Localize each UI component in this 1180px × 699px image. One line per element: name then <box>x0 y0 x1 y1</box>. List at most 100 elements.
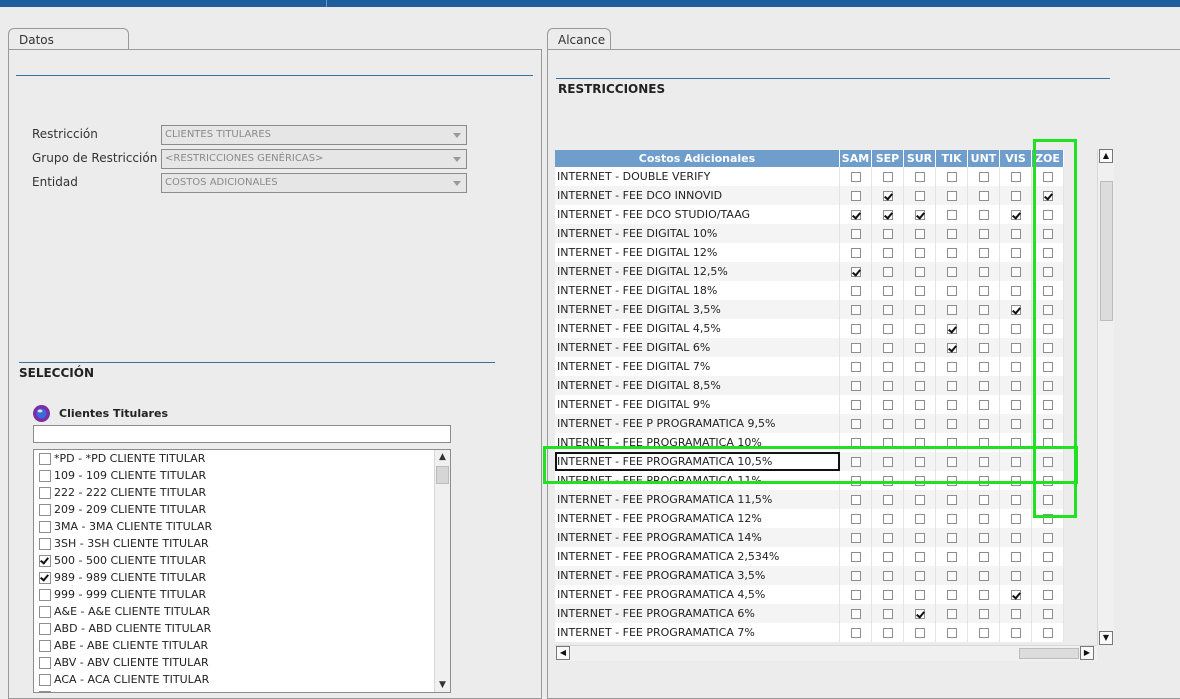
restriction-checkbox[interactable] <box>1042 267 1053 277</box>
restriction-checkbox[interactable] <box>1042 381 1053 391</box>
column-header-costos[interactable]: Costos Adicionales <box>555 150 840 167</box>
restriction-checkbox[interactable] <box>850 286 861 296</box>
scroll-right-icon[interactable]: ▶ <box>1080 646 1094 660</box>
restriction-checkbox[interactable] <box>850 495 861 505</box>
restriction-checkbox[interactable] <box>1042 476 1053 486</box>
restriction-checkbox[interactable] <box>946 476 957 486</box>
restriction-checkbox[interactable] <box>1042 324 1053 334</box>
list-item[interactable]: 3SH - 3SH CLIENTE TITULAR <box>34 535 450 552</box>
column-header-sam[interactable]: SAM <box>839 150 872 167</box>
client-checkbox[interactable] <box>39 538 51 550</box>
list-item[interactable]: ACA - ACA CLIENTE TITULAR <box>34 671 450 688</box>
scroll-down-icon[interactable]: ▼ <box>435 678 450 692</box>
restriction-checkbox[interactable] <box>1010 248 1021 258</box>
restriction-checkbox[interactable] <box>914 590 925 600</box>
restriction-checkbox[interactable] <box>978 571 989 581</box>
restriction-checkbox[interactable] <box>946 191 957 201</box>
table-row[interactable]: INTERNET - FEE P PROGRAMATICA 9,5% <box>555 414 1064 433</box>
grupo-restriccion-select[interactable]: <RESTRICCIONES GENÉRICAS> <box>161 149 467 169</box>
restriction-checkbox[interactable] <box>1010 476 1021 486</box>
restriction-checkbox[interactable] <box>1042 172 1053 182</box>
list-item[interactable]: 209 - 209 CLIENTE TITULAR <box>34 501 450 518</box>
table-row[interactable]: INTERNET - FEE PROGRAMATICA 10% <box>555 433 1064 452</box>
restriccion-select[interactable]: CLIENTES TITULARES <box>161 125 467 145</box>
restriction-checkbox[interactable] <box>850 400 861 410</box>
table-row[interactable]: INTERNET - DOUBLE VERIFY <box>555 167 1064 186</box>
restriction-checkbox[interactable] <box>946 172 957 182</box>
restriction-checkbox[interactable] <box>1010 229 1021 239</box>
restriction-checkbox[interactable] <box>914 609 925 619</box>
restriction-checkbox[interactable] <box>978 590 989 600</box>
restriction-checkbox[interactable] <box>882 552 893 562</box>
restriction-checkbox[interactable] <box>1010 495 1021 505</box>
restriction-checkbox[interactable] <box>882 191 893 201</box>
column-header-zoe[interactable]: ZOE <box>1031 150 1064 167</box>
restriction-checkbox[interactable] <box>850 172 861 182</box>
grid-scroll-thumb[interactable] <box>1100 181 1113 321</box>
client-checkbox[interactable] <box>39 504 51 516</box>
restriction-checkbox[interactable] <box>850 514 861 524</box>
restriction-checkbox[interactable] <box>946 552 957 562</box>
restriction-checkbox[interactable] <box>1042 514 1053 524</box>
restriction-checkbox[interactable] <box>946 267 957 277</box>
restriction-checkbox[interactable] <box>946 419 957 429</box>
restriction-checkbox[interactable] <box>978 552 989 562</box>
restriction-checkbox[interactable] <box>882 267 893 277</box>
restriction-checkbox[interactable] <box>1010 514 1021 524</box>
table-row[interactable]: INTERNET - FEE DIGITAL 10% <box>555 224 1064 243</box>
restriction-checkbox[interactable] <box>914 571 925 581</box>
restriction-checkbox[interactable] <box>850 571 861 581</box>
client-checkbox[interactable] <box>39 453 51 465</box>
restriction-checkbox[interactable] <box>914 552 925 562</box>
restriction-checkbox[interactable] <box>882 229 893 239</box>
client-checkbox[interactable] <box>39 470 51 482</box>
restriction-checkbox[interactable] <box>1042 419 1053 429</box>
restriction-checkbox[interactable] <box>1010 419 1021 429</box>
restriction-checkbox[interactable] <box>946 343 957 353</box>
restriction-checkbox[interactable] <box>1010 609 1021 619</box>
client-checkbox[interactable] <box>39 606 51 618</box>
restriction-checkbox[interactable] <box>914 362 925 372</box>
list-item[interactable]: ACC - ACC CLIENTE TITULAR <box>34 688 450 692</box>
restriction-checkbox[interactable] <box>978 381 989 391</box>
list-item[interactable]: ABV - ABV CLIENTE TITULAR <box>34 654 450 671</box>
tab-alcance[interactable]: Alcance <box>547 28 611 50</box>
restriction-checkbox[interactable] <box>850 191 861 201</box>
restriction-checkbox[interactable] <box>946 571 957 581</box>
restriction-checkbox[interactable] <box>850 609 861 619</box>
client-checkbox[interactable] <box>39 623 51 635</box>
restriction-checkbox[interactable] <box>978 438 989 448</box>
restriction-checkbox[interactable] <box>1010 324 1021 334</box>
restriction-checkbox[interactable] <box>914 514 925 524</box>
table-row[interactable]: INTERNET - FEE DIGITAL 6% <box>555 338 1064 357</box>
restriction-checkbox[interactable] <box>1042 362 1053 372</box>
table-row[interactable]: INTERNET - FEE DCO INNOVID <box>555 186 1064 205</box>
restriction-checkbox[interactable] <box>1010 400 1021 410</box>
table-row[interactable]: INTERNET - FEE PROGRAMATICA 14% <box>555 528 1064 547</box>
restriction-checkbox[interactable] <box>850 324 861 334</box>
restriction-checkbox[interactable] <box>946 628 957 638</box>
restriction-checkbox[interactable] <box>1042 552 1053 562</box>
client-checkbox[interactable] <box>39 487 51 499</box>
restriction-checkbox[interactable] <box>1010 552 1021 562</box>
restriction-checkbox[interactable] <box>850 628 861 638</box>
restriction-checkbox[interactable] <box>978 514 989 524</box>
list-item[interactable]: *PD - *PD CLIENTE TITULAR <box>34 450 450 467</box>
restriction-checkbox[interactable] <box>882 438 893 448</box>
restriction-checkbox[interactable] <box>850 362 861 372</box>
restriction-checkbox[interactable] <box>946 590 957 600</box>
restriction-checkbox[interactable] <box>914 324 925 334</box>
table-row[interactable]: INTERNET - FEE DIGITAL 3,5% <box>555 300 1064 319</box>
grid-vertical-scrollbar[interactable]: ▲ ▼ <box>1097 149 1114 645</box>
restriction-checkbox[interactable] <box>914 533 925 543</box>
restriction-checkbox[interactable] <box>978 533 989 543</box>
restriction-checkbox[interactable] <box>882 457 893 467</box>
restriction-checkbox[interactable] <box>882 210 893 220</box>
restriction-checkbox[interactable] <box>914 457 925 467</box>
restriction-checkbox[interactable] <box>1010 628 1021 638</box>
restriction-checkbox[interactable] <box>978 400 989 410</box>
restriction-checkbox[interactable] <box>1010 210 1021 220</box>
list-item[interactable]: ABD - ABD CLIENTE TITULAR <box>34 620 450 637</box>
restriction-checkbox[interactable] <box>882 172 893 182</box>
restriction-checkbox[interactable] <box>946 514 957 524</box>
